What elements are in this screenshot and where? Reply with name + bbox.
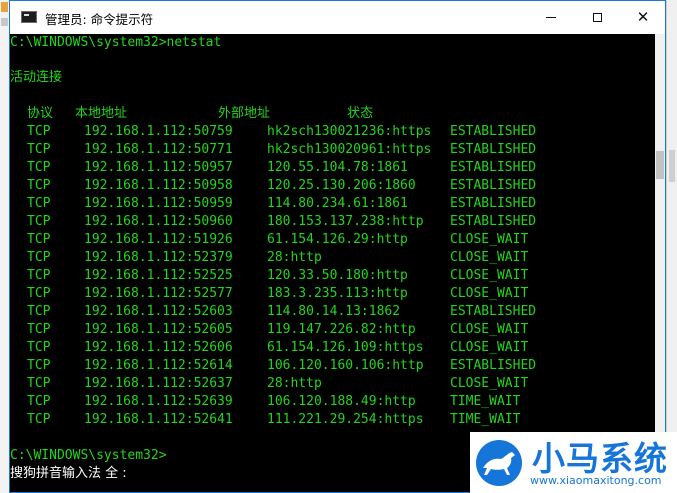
cell-local-address: 192.168.1.112:50960 [84,214,233,229]
cell-protocol: TCP [27,160,51,175]
table-header: 协议 本地地址 外部地址 状态 [10,105,373,123]
cell-state: ESTABLISHED [450,178,537,193]
title-bar[interactable]: 管理员: 命令提示符 ✕ [10,1,665,34]
cell-foreign-address: 120.55.104.78:1861 [267,160,408,175]
cell-state: CLOSE_WAIT [450,250,529,265]
watermark: 小马系统 www.xiaomaxitong.com [470,432,677,493]
minimize-button[interactable] [528,1,574,34]
background-window-scroll-thumb [669,150,675,182]
cell-protocol: TCP [27,340,51,355]
cell-protocol: TCP [27,412,51,427]
cell-state: ESTABLISHED [450,304,537,319]
header-foreign-address: 外部地址 [218,106,271,121]
cell-state: CLOSE_WAIT [450,268,529,283]
cell-protocol: TCP [27,322,51,337]
cell-protocol: TCP [27,214,51,229]
command-prompt-window[interactable]: 管理员: 命令提示符 ✕ C:\WINDOWS\system32>netstat… [9,0,666,493]
cell-foreign-address: 114.80.234.61:1861 [267,196,408,211]
cell-foreign-address: 28:http [267,376,322,391]
cell-state: CLOSE_WAIT [450,322,529,337]
cell-local-address: 192.168.1.112:50759 [84,124,233,139]
cell-foreign-address: 180.153.137.238:http [267,214,424,229]
cell-protocol: TCP [27,394,51,409]
cell-foreign-address: 61.154.126.29:http [267,232,408,247]
maximize-icon [592,13,602,22]
header-protocol: 协议 [27,106,54,121]
cell-state: CLOSE_WAIT [450,376,529,391]
window-title: 管理员: 命令提示符 [45,12,154,27]
cell-state: ESTABLISHED [450,214,537,229]
cell-local-address: 192.168.1.112:52603 [84,304,233,319]
cell-foreign-address: 120.25.130.206:1860 [267,178,416,193]
cell-foreign-address: 114.80.14.13:1862 [267,304,401,319]
final-prompt: C:\WINDOWS\system32> [10,448,167,463]
header-local-address: 本地地址 [75,106,128,121]
cell-state: ESTABLISHED [450,124,537,139]
cell-local-address: 192.168.1.112:52637 [84,376,233,391]
cell-local-address: 192.168.1.112:52614 [84,358,233,373]
cell-state: ESTABLISHED [450,358,537,373]
cell-protocol: TCP [27,232,51,247]
cell-protocol: TCP [27,286,51,301]
background-window-edge-right [666,0,677,493]
cell-state: ESTABLISHED [450,196,537,211]
cell-foreign-address: 61.154.126.109:https [267,340,424,355]
cell-protocol: TCP [27,250,51,265]
cell-local-address: 192.168.1.112:52641 [84,412,233,427]
cell-state: TIME_WAIT [450,412,521,427]
cell-foreign-address: 111.221.29.254:https [267,412,424,427]
cell-local-address: 192.168.1.112:52525 [84,268,233,283]
cell-protocol: TCP [27,196,51,211]
cell-local-address: 192.168.1.112:50958 [84,178,233,193]
cell-local-address: 192.168.1.112:50959 [84,196,233,211]
minimize-icon [546,17,556,18]
section-title: 活动连接 [10,70,63,85]
cell-protocol: TCP [27,142,51,157]
cell-state: CLOSE_WAIT [450,232,529,247]
cell-foreign-address: hk2sch130020961:https [267,142,432,157]
ime-status-bar: 搜狗拼音输入法 全 : [10,466,127,481]
cell-local-address: 192.168.1.112:52605 [84,322,233,337]
cell-foreign-address: 183.3.235.113:http [267,286,408,301]
cell-state: CLOSE_WAIT [450,286,529,301]
cell-state: TIME_WAIT [450,394,521,409]
cell-foreign-address: 106.120.160.106:http [267,358,424,373]
cell-protocol: TCP [27,124,51,139]
vertical-scrollbar[interactable] [655,34,665,492]
scrollbar-thumb[interactable] [656,151,664,179]
cell-state: CLOSE_WAIT [450,340,529,355]
close-icon: ✕ [636,8,650,26]
cell-state: ESTABLISHED [450,142,537,157]
command-line: C:\WINDOWS\system32>netstat [10,35,222,50]
close-button[interactable]: ✕ [620,1,666,34]
cell-local-address: 192.168.1.112:52577 [84,286,233,301]
maximize-button[interactable] [574,1,620,34]
cell-protocol: TCP [27,268,51,283]
background-window-icon [1,18,8,26]
cell-foreign-address: 106.120.188.49:http [267,394,416,409]
cell-protocol: TCP [27,304,51,319]
cell-local-address: 192.168.1.112:50771 [84,142,233,157]
background-window-icon [1,2,8,12]
watermark-title: 小马系统 [532,439,668,478]
cell-local-address: 192.168.1.112:51926 [84,232,233,247]
cell-protocol: TCP [27,178,51,193]
cell-local-address: 192.168.1.112:52639 [84,394,233,409]
cell-foreign-address: 28:http [267,250,322,265]
cell-local-address: 192.168.1.112:52379 [84,250,233,265]
horse-logo-icon [476,440,522,486]
console-output[interactable]: C:\WINDOWS\system32>netstat 活动连接 协议 本地地址… [10,34,655,492]
console-app-icon[interactable] [21,11,37,23]
cell-local-address: 192.168.1.112:52606 [84,340,233,355]
cell-foreign-address: hk2sch130021236:https [267,124,432,139]
header-state: 状态 [347,106,374,121]
cell-state: ESTABLISHED [450,160,537,175]
cell-foreign-address: 120.33.50.180:http [267,268,408,283]
cell-protocol: TCP [27,376,51,391]
cell-foreign-address: 119.147.226.82:http [267,322,416,337]
cell-protocol: TCP [27,358,51,373]
cell-local-address: 192.168.1.112:50957 [84,160,233,175]
watermark-url: www.xiaomaxitong.com [530,474,662,487]
